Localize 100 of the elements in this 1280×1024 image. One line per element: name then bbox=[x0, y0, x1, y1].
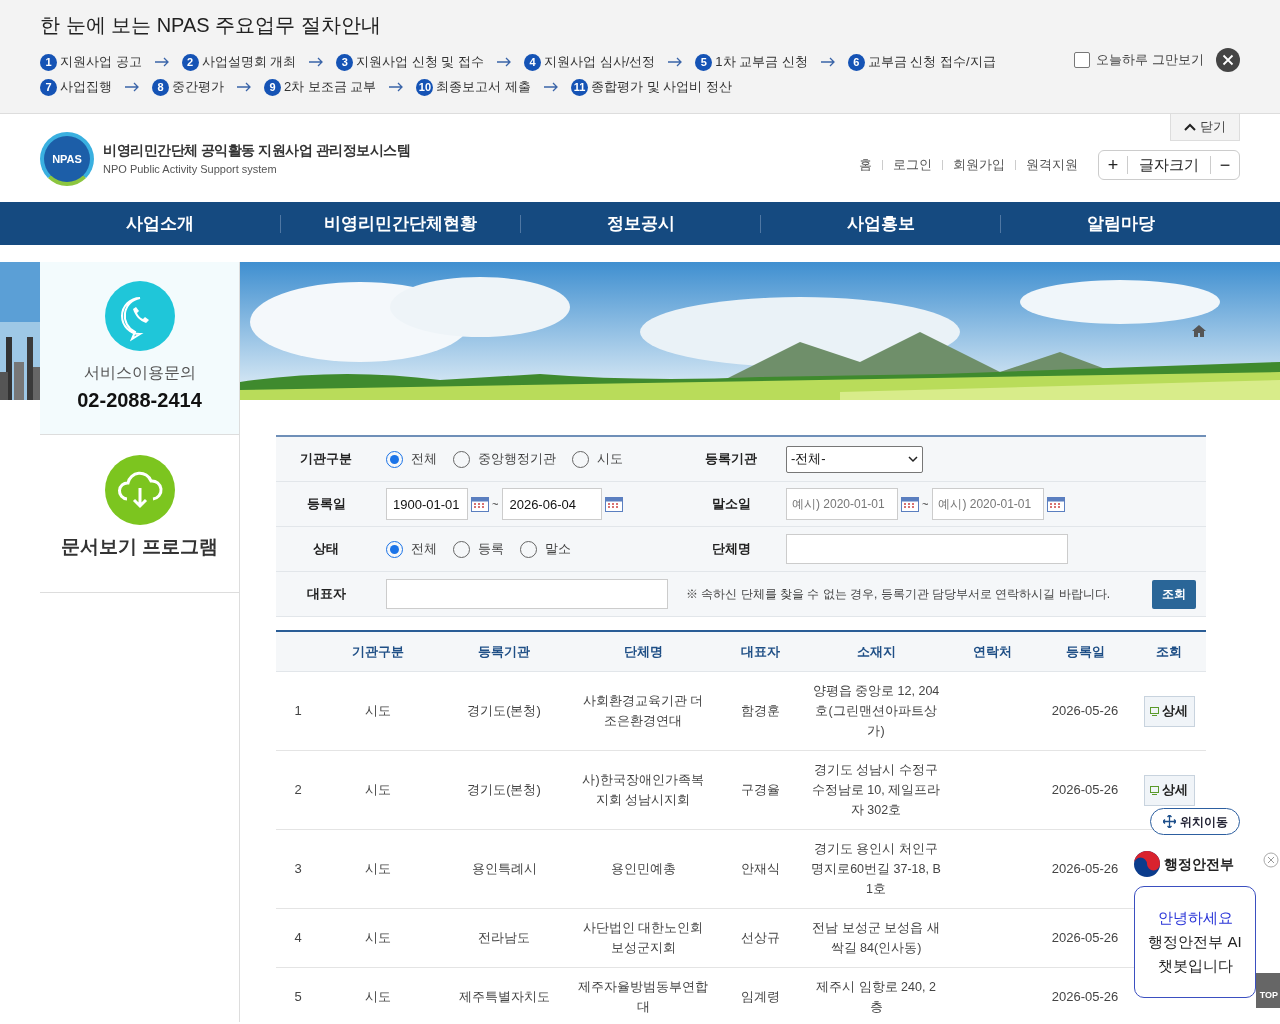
header-link[interactable]: 회원가입 bbox=[953, 155, 1005, 175]
step-label: 중간평가 bbox=[172, 78, 224, 97]
step-number: 11 bbox=[571, 78, 589, 96]
notice-title: 한 눈에 보는 NPAS 주요업무 절차안내 bbox=[40, 13, 382, 38]
search-button[interactable]: 조회 bbox=[1152, 579, 1196, 609]
nav-item[interactable]: 정보공시 bbox=[521, 210, 760, 237]
table-cell-text: 전남 보성군 보성읍 새싹길 84(인사동) bbox=[811, 920, 941, 957]
field-label: 상태 bbox=[312, 540, 340, 559]
range-separator: ~ bbox=[492, 496, 499, 512]
step-label: 2차 보조금 교부 bbox=[284, 78, 377, 97]
step-label: 최종보고서 제출 bbox=[436, 78, 532, 97]
table-cell-text: 5 bbox=[293, 988, 303, 1007]
close-icon[interactable] bbox=[1216, 48, 1240, 72]
step-number: 10 bbox=[416, 78, 434, 96]
phone-icon bbox=[104, 281, 175, 351]
column-header: 기관구분 bbox=[351, 642, 405, 661]
table-cell-text: 시도 bbox=[364, 860, 392, 879]
step-label: 종합평가 및 사업비 정산 bbox=[591, 78, 732, 97]
detail-button[interactable]: 상세 bbox=[1143, 774, 1195, 806]
header-link[interactable]: 원격지원 bbox=[1026, 155, 1078, 175]
radio-label: 시도 bbox=[597, 450, 623, 469]
calendar-icon[interactable] bbox=[901, 496, 919, 512]
header-link[interactable]: 홈 bbox=[859, 155, 872, 175]
field-label: 말소일 bbox=[710, 495, 752, 514]
arrow-icon bbox=[153, 57, 170, 67]
radio-label: 말소 bbox=[545, 540, 571, 559]
logo-subtitle: NPO Public Activity Support system bbox=[103, 162, 278, 178]
chatbot-text: 행정안전부 AI챗봇입니다 bbox=[1147, 932, 1243, 976]
checkbox[interactable] bbox=[1074, 52, 1091, 68]
table-cell-text: 사단법인 대한노인회 보성군지회 bbox=[581, 920, 705, 957]
table-cell-text: 2026-05-26 bbox=[1050, 702, 1120, 721]
date-field[interactable]: 1900-01-01 bbox=[386, 488, 468, 520]
table-cell-text: 2026-05-26 bbox=[1050, 988, 1120, 1007]
step-number: 2 bbox=[181, 53, 199, 71]
increase-button[interactable]: + bbox=[1099, 156, 1127, 174]
service-label: 서비스이용문의 bbox=[83, 363, 196, 383]
step-label: 사업설명회 개최 bbox=[201, 53, 297, 72]
step-label: 1차 교부금 신청 bbox=[715, 53, 808, 72]
move-button[interactable]: 위치이동 bbox=[1150, 808, 1240, 835]
date-field[interactable]: 예시) 2020-01-01 bbox=[932, 488, 1045, 520]
viewer-link[interactable]: 문서보기 프로그램 bbox=[60, 533, 219, 562]
field-label: 기관구분 bbox=[299, 450, 353, 469]
text-field[interactable] bbox=[786, 534, 1068, 564]
range-separator: ~ bbox=[922, 496, 929, 512]
table-cell-text: 제주자율방범동부연합대 bbox=[577, 979, 709, 1016]
arrow-icon bbox=[496, 57, 513, 67]
monitor-icon bbox=[1150, 785, 1159, 795]
chatbot-greeting: 안녕하세요 bbox=[1157, 908, 1233, 928]
table-cell-text: 제주시 임항로 240, 2층 bbox=[815, 979, 937, 1016]
table-cell-text: 2 bbox=[293, 781, 303, 800]
radio-label: 중앙행정기관 bbox=[478, 450, 556, 469]
step-label: 지원사업 신청 및 접수 bbox=[356, 53, 485, 72]
decrease-button[interactable]: − bbox=[1211, 156, 1239, 174]
nav-item[interactable]: 알림마당 bbox=[1001, 210, 1240, 237]
table-cell-text: 함경훈 bbox=[739, 702, 781, 721]
date-field[interactable]: 예시) 2020-01-01 bbox=[786, 488, 898, 520]
detail-button[interactable]: 상세 bbox=[1143, 695, 1195, 727]
step-number: 6 bbox=[847, 53, 865, 71]
arrow-icon bbox=[667, 57, 684, 67]
step-label: 교부금 신청 접수/지급 bbox=[867, 53, 996, 72]
close-tab[interactable]: 닫기 bbox=[1170, 114, 1240, 141]
arrow-icon bbox=[236, 82, 252, 92]
step-number: 3 bbox=[336, 53, 354, 71]
table-cell-text: 사)한국장애인가족복지회 성남시지회 bbox=[581, 772, 705, 809]
field-label: 대표자 bbox=[305, 585, 347, 604]
table-cell-text: 시도 bbox=[364, 781, 392, 800]
agency-select[interactable]: -전체- bbox=[786, 445, 923, 473]
header-link[interactable]: 로그인 bbox=[893, 155, 932, 175]
nav-item[interactable]: 사업소개 bbox=[40, 210, 280, 237]
chatbot-bubble[interactable]: 안녕하세요 행정안전부 AI챗봇입니다 bbox=[1134, 886, 1256, 998]
arrow-icon bbox=[819, 57, 836, 67]
radio-label: 전체 bbox=[411, 450, 437, 469]
nav-item[interactable]: 비영리민간단체현황 bbox=[281, 210, 520, 237]
arrow-icon bbox=[388, 82, 405, 92]
table-cell-text: 경기도(본청) bbox=[466, 781, 542, 800]
table-cell-text: 용인민예총 bbox=[609, 861, 677, 878]
field-label: 단체명 bbox=[710, 540, 752, 559]
logo-title: 비영리민간단체 공익활동 지원사업 관리정보시스템 bbox=[103, 141, 411, 161]
table-cell-text: 경기도 용인시 처인구 명지로60번길 37-18, B1호 bbox=[810, 841, 942, 898]
calendar-icon[interactable] bbox=[1047, 496, 1066, 512]
arrow-icon bbox=[124, 82, 140, 92]
table-cell-text: 시도 bbox=[364, 929, 392, 948]
table-cell-text: 시도 bbox=[364, 988, 392, 1007]
calendar-icon[interactable] bbox=[605, 496, 624, 512]
top-button[interactable]: TOP bbox=[1256, 973, 1280, 1008]
table-cell-text: 4 bbox=[293, 929, 303, 948]
cloud-download-icon[interactable] bbox=[104, 455, 175, 525]
step-label: 지원사업 심사/선정 bbox=[544, 53, 656, 72]
table-cell-text: 1 bbox=[293, 702, 303, 721]
nav-item[interactable]: 사업홍보 bbox=[761, 210, 1000, 237]
table-cell-text: 용인특례시 bbox=[470, 860, 538, 879]
table-cell-text: 제주특별자치도 bbox=[457, 988, 551, 1007]
column-header: 등록일 bbox=[1064, 642, 1106, 661]
date-field[interactable]: 2026-06-04 bbox=[502, 488, 603, 520]
monitor-icon bbox=[1150, 706, 1159, 716]
home-icon[interactable] bbox=[1192, 325, 1206, 337]
column-header: 소재지 bbox=[855, 642, 897, 661]
column-header: 조회 bbox=[1155, 642, 1183, 661]
text-field[interactable] bbox=[386, 579, 668, 609]
calendar-icon[interactable] bbox=[471, 496, 489, 512]
